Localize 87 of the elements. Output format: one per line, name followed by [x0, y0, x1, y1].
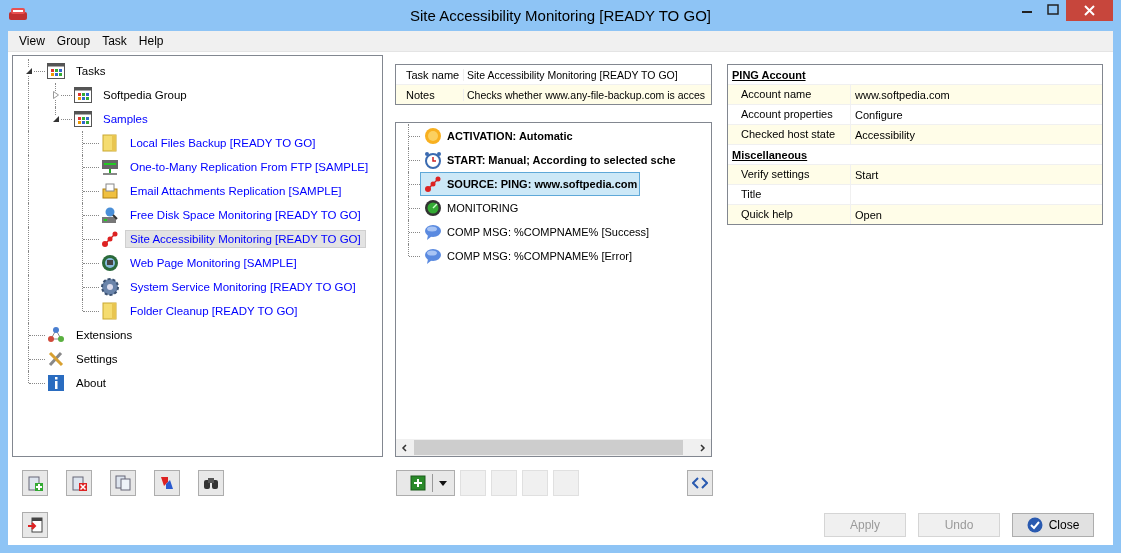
code-button[interactable]: [687, 470, 713, 496]
property-value: Open: [854, 208, 882, 221]
horizontal-scrollbar[interactable]: [396, 439, 711, 456]
info-icon: [47, 374, 65, 392]
copy-icon: [115, 475, 131, 491]
step-item[interactable]: MONITORING: [420, 196, 522, 220]
step-item[interactable]: COMP MSG: %COMPNAME% [Success]: [420, 220, 653, 244]
swap-button[interactable]: [154, 470, 180, 496]
globe-icon: [101, 254, 119, 272]
tree-item[interactable]: Samples: [98, 110, 153, 128]
section-header: Miscellaneous: [731, 148, 808, 161]
envelope-icon: [101, 182, 119, 200]
calendar-icon: [47, 62, 65, 80]
folder-icon: [101, 134, 119, 152]
section-header: PING Account: [731, 68, 806, 81]
binoculars-button[interactable]: [198, 470, 224, 496]
tree-item[interactable]: Web Page Monitoring [SAMPLE]: [125, 254, 302, 272]
bubble-icon: [424, 223, 442, 241]
property-name: Quick help: [728, 205, 851, 224]
property-name: Verify settings: [728, 165, 851, 184]
menu-item[interactable]: Help: [133, 34, 169, 48]
tree-item[interactable]: System Service Monitoring [READY TO GO]: [125, 278, 361, 296]
nodes-icon: [47, 326, 65, 344]
property-name: Title: [728, 185, 851, 204]
radar-icon: [424, 199, 442, 217]
property-name: Account name: [728, 85, 851, 104]
monitor-icon: [101, 158, 119, 176]
add-step-button[interactable]: [396, 470, 455, 496]
clock-icon: [424, 151, 442, 169]
property-value: Checks whether www.any-file-backup.com is acces: [466, 88, 707, 101]
property-value: Site Accessibility Monitoring [READY TO GO]: [466, 68, 679, 81]
tree-item[interactable]: Folder Cleanup [READY TO GO]: [125, 302, 303, 320]
tree-item[interactable]: Extensions: [71, 326, 138, 344]
tree-item[interactable]: Softpedia Group: [98, 86, 192, 104]
swap-arrows-icon: [159, 475, 175, 491]
tree-item[interactable]: Settings: [71, 350, 123, 368]
dots-icon: [101, 230, 119, 248]
scroll-right-icon[interactable]: [697, 442, 707, 453]
expander-icon[interactable]: [52, 115, 60, 123]
property-name: Notes: [396, 88, 464, 101]
bubble-icon: [424, 247, 442, 265]
close-button[interactable]: Close: [1012, 513, 1094, 537]
menu-item[interactable]: Task: [97, 34, 132, 48]
window-title: Site Accessibility Monitoring [READY TO GO]: [410, 7, 711, 24]
step-item[interactable]: SOURCE: PING: www.softpedia.com: [420, 172, 641, 196]
caret-icon: [439, 480, 447, 486]
clipboard-plus-icon: [27, 475, 43, 491]
property-name: Checked host state: [728, 125, 851, 144]
scroll-left-icon[interactable]: [400, 442, 410, 453]
expander-icon[interactable]: [25, 67, 33, 75]
export-button[interactable]: [22, 512, 48, 538]
menu-item[interactable]: View: [14, 34, 50, 48]
tree-item[interactable]: About: [71, 374, 112, 392]
property-value: www.softpedia.com: [854, 88, 950, 101]
property-name: Task name: [396, 68, 464, 81]
step-item[interactable]: ACTIVATION: Automatic: [420, 124, 576, 148]
app-icon: [8, 6, 28, 22]
delete-task-button[interactable]: [66, 470, 92, 496]
step-item[interactable]: COMP MSG: %COMPNAME% [Error]: [420, 244, 635, 268]
menu-item[interactable]: Group: [51, 34, 96, 48]
tree-item[interactable]: Free Disk Space Monitoring [READY TO GO]: [125, 206, 366, 224]
folder-icon: [101, 302, 119, 320]
window-arrow-icon: [27, 517, 43, 533]
tree-item[interactable]: Local Files Backup [READY TO GO]: [125, 134, 321, 152]
property-name: Account properties: [728, 105, 851, 124]
calendar-icon: [74, 110, 92, 128]
tree-item[interactable]: One-to-Many Replication From FTP [SAMPLE]: [125, 158, 374, 176]
plus-icon: [410, 475, 426, 491]
drive-icon: [101, 206, 119, 224]
dots-icon: [424, 175, 442, 193]
check-icon: [1026, 517, 1043, 533]
property-value: Accessibility: [854, 128, 915, 141]
property-value: Configure: [854, 108, 903, 121]
tree-item[interactable]: Site Accessibility Monitoring [READY TO GO]: [125, 230, 366, 248]
property-value: Start: [854, 168, 879, 181]
close-icon[interactable]: [1066, 0, 1113, 21]
code-icon: [692, 477, 708, 489]
add-task-button[interactable]: [22, 470, 48, 496]
calendar-icon: [74, 86, 92, 104]
binoculars-icon: [203, 475, 219, 491]
tools-icon: [47, 350, 65, 368]
tree-item[interactable]: Tasks: [71, 62, 111, 80]
step-item[interactable]: START: Manual; According to selected sche: [420, 148, 679, 172]
sun-icon: [424, 127, 442, 145]
tree-item[interactable]: Email Attachments Replication [SAMPLE]: [125, 182, 347, 200]
gear-icon: [101, 278, 119, 296]
clipboard-delete-icon: [71, 475, 87, 491]
